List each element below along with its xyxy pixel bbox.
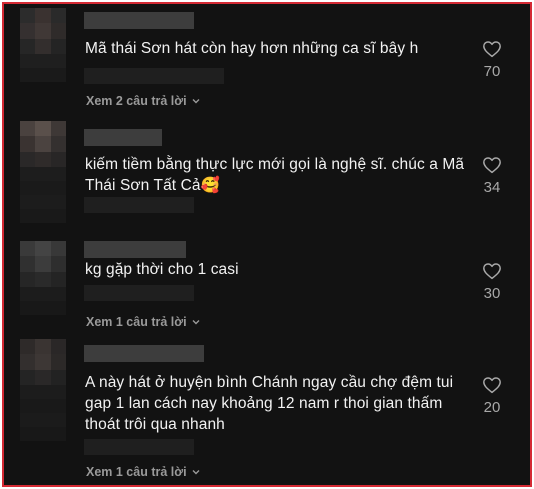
view-replies-label: Xem 1 câu trả lời: [86, 315, 187, 329]
avatar-tail: [20, 167, 66, 223]
comment-meta: [84, 197, 194, 213]
avatar[interactable]: [20, 8, 66, 54]
comment-item: kiếm tiềm bằng thực lực mới gọi là nghệ …: [4, 119, 530, 239]
avatar-tail: [20, 54, 66, 82]
heart-outline-icon: [483, 41, 501, 58]
like-count: 20: [483, 399, 501, 416]
view-replies-label: Xem 2 câu trả lời: [86, 94, 187, 108]
avatar[interactable]: [20, 339, 66, 385]
avatar[interactable]: [20, 121, 66, 167]
comment-text: Mã thái Sơn hát còn hay hơn những ca sĩ …: [85, 40, 419, 57]
username[interactable]: [84, 345, 204, 362]
comment-meta: [84, 68, 224, 84]
comment-text: kg gặp thời cho 1 casi: [85, 261, 239, 278]
chevron-down-icon: [192, 470, 200, 475]
chevron-down-icon: [192, 99, 200, 104]
username[interactable]: [84, 12, 194, 29]
like-count: 70: [483, 63, 501, 80]
username[interactable]: [84, 129, 162, 146]
comment-meta: [84, 439, 194, 455]
heart-outline-icon: [483, 157, 501, 174]
username[interactable]: [84, 241, 186, 258]
view-replies-button[interactable]: Xem 1 câu trả lời: [86, 465, 201, 479]
view-replies-label: Xem 1 câu trả lời: [86, 465, 187, 479]
heart-outline-icon: [483, 377, 501, 394]
heart-outline-icon: [483, 263, 501, 280]
like-button[interactable]: 70: [466, 40, 518, 80]
like-button[interactable]: 30: [466, 262, 518, 302]
comment-text: A này hát ở huyện bình Chánh ngay cầu ch…: [85, 374, 454, 433]
like-button[interactable]: 20: [466, 376, 518, 416]
comment-item: kg gặp thời cho 1 casi Xem 1 câu trả lời…: [4, 239, 530, 339]
comment-meta: [84, 285, 194, 301]
view-replies-button[interactable]: Xem 2 câu trả lời: [86, 94, 201, 108]
avatar-tail: [20, 287, 66, 315]
like-count: 30: [483, 285, 501, 302]
chevron-down-icon: [192, 320, 200, 325]
comment-text: kiếm tiềm bằng thực lực mới gọi là nghệ …: [85, 156, 465, 194]
view-replies-button[interactable]: Xem 1 câu trả lời: [86, 315, 201, 329]
comment-list: Mã thái Sơn hát còn hay hơn những ca sĩ …: [2, 2, 532, 487]
like-count: 34: [483, 179, 501, 196]
comment-item: A này hát ở huyện bình Chánh ngay cầu ch…: [4, 339, 530, 485]
avatar[interactable]: [20, 241, 66, 287]
comment-item: Mã thái Sơn hát còn hay hơn những ca sĩ …: [4, 4, 530, 119]
avatar-tail: [20, 385, 66, 441]
like-button[interactable]: 34: [466, 156, 518, 196]
